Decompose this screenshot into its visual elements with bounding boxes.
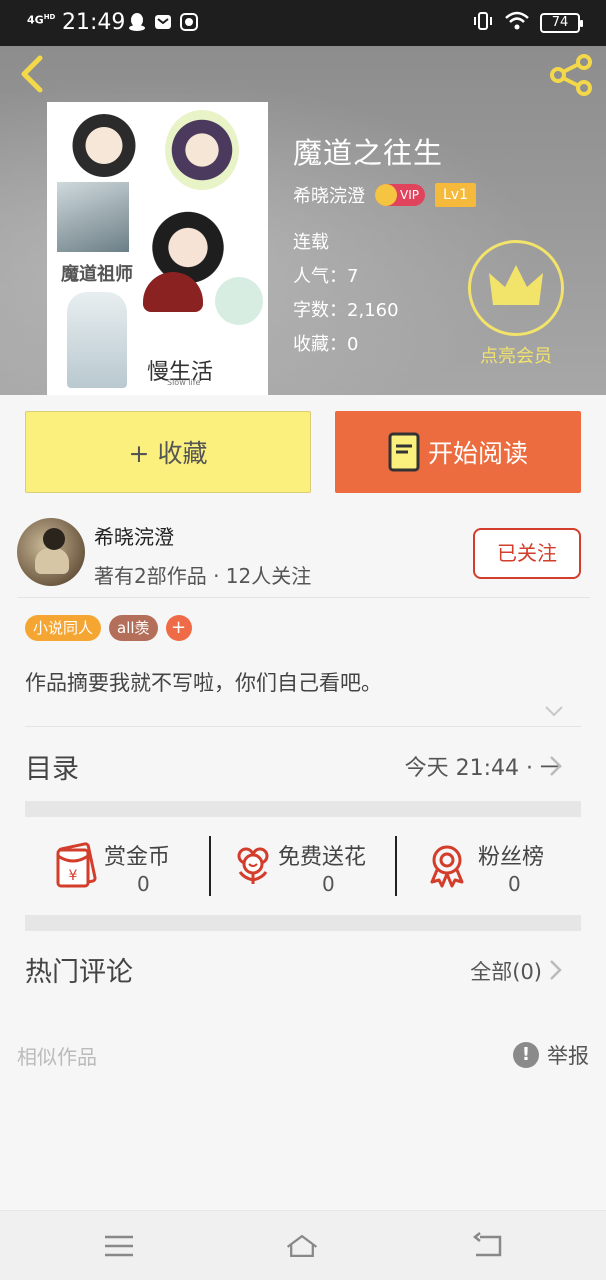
menu-icon[interactable]	[101, 1231, 137, 1261]
system-nav-bar	[0, 1210, 606, 1280]
cover-vertical-text: 魔道祖师	[61, 264, 133, 285]
crown-icon	[489, 265, 543, 305]
status-bar: 4GHD 21:49 74	[0, 0, 606, 46]
reward-flowers[interactable]: 免费送花 0	[230, 836, 390, 896]
collect-button[interactable]: + 收藏	[25, 411, 311, 493]
book-header: 魔道祖师 慢生活 Slow life 魔道之往生 希晓浣澄 VIP Lv1 连载…	[0, 46, 606, 395]
share-button[interactable]	[548, 54, 596, 96]
chevron-right-icon[interactable]	[548, 958, 564, 982]
reward-coins[interactable]: ¥ 赏金币 0	[52, 836, 202, 896]
alert-icon: !	[513, 1042, 539, 1068]
follow-button[interactable]: 已关注	[473, 528, 581, 579]
author-name[interactable]: 希晓浣澄	[94, 521, 174, 550]
crown-icon	[375, 184, 397, 206]
divider	[209, 836, 211, 896]
favorite-count: 收藏：0	[293, 334, 359, 355]
medal-icon	[430, 845, 464, 888]
qq-icon	[128, 12, 146, 32]
wifi-icon	[504, 10, 530, 36]
all-comments-link[interactable]: 全部(0)	[470, 956, 542, 986]
status-time: 21:49	[62, 10, 126, 35]
reward-coins-label: 赏金币	[104, 845, 171, 870]
member-label: 点亮会员	[480, 346, 552, 367]
chevron-down-icon[interactable]	[543, 700, 565, 722]
author-avatar[interactable]	[17, 518, 85, 586]
divider	[17, 597, 590, 598]
reward-flowers-label: 免费送花	[278, 845, 367, 870]
divider	[395, 836, 397, 896]
hot-comments-title: 热门评论	[25, 957, 133, 988]
home-icon[interactable]	[284, 1231, 320, 1261]
app-notification-icon	[180, 12, 198, 32]
mail-icon	[154, 12, 172, 32]
reward-coins-value: 0	[137, 872, 150, 896]
vip-badge: VIP	[375, 184, 425, 206]
serial-status: 连载	[293, 232, 329, 253]
popularity: 人气：7	[293, 266, 359, 287]
start-reading-button[interactable]: 开始阅读	[335, 411, 581, 493]
chevron-right-icon[interactable]	[548, 754, 564, 778]
chevron-left-icon	[21, 55, 43, 93]
toc-title[interactable]: 目录	[25, 747, 79, 786]
fan-ranking-label: 粉丝榜	[478, 845, 545, 870]
fan-ranking[interactable]: 粉丝榜 0	[426, 836, 566, 896]
red-envelope-yen-icon: ¥	[56, 842, 97, 888]
book-cover[interactable]: 魔道祖师 慢生活 Slow life	[47, 102, 268, 395]
flower-icon	[237, 847, 269, 884]
tag-fanfic[interactable]: 小说同人	[25, 615, 102, 641]
word-count: 字数：2,160	[293, 300, 399, 321]
book-meta: 连载 人气：7 字数：2,160 收藏：0	[293, 226, 399, 362]
network-indicator: 4GHD	[27, 13, 56, 27]
section-separator	[25, 915, 581, 931]
cover-subtitle: Slow life	[167, 378, 201, 387]
author-stats: 著有2部作品 · 12人关注	[94, 564, 312, 588]
section-separator	[25, 801, 581, 817]
report-button[interactable]: ! 举报	[513, 1040, 589, 1070]
member-button[interactable]: 点亮会员	[468, 240, 564, 368]
tag-list: 小说同人 all羡 +	[25, 615, 192, 641]
back-nav-icon[interactable]	[470, 1231, 506, 1261]
level-badge: Lv1	[434, 183, 476, 207]
similar-works-label: 相似作品	[17, 1045, 97, 1069]
book-icon	[388, 432, 420, 472]
reward-flowers-value: 0	[322, 872, 335, 896]
back-button[interactable]	[14, 54, 50, 94]
fan-ranking-value: 0	[508, 872, 521, 896]
vibrate-icon	[472, 10, 494, 36]
book-title: 魔道之往生	[293, 136, 444, 170]
toc-latest-update[interactable]: 今天 21:44 · 一	[405, 750, 562, 782]
share-icon	[550, 54, 592, 96]
book-summary: 作品摘要我就不写啦，你们自己看吧。	[25, 671, 382, 695]
author-link[interactable]: 希晓浣澄	[293, 182, 365, 208]
divider	[25, 726, 581, 727]
svg-text:¥: ¥	[69, 868, 78, 884]
tag-all-xian[interactable]: all羡	[109, 615, 158, 641]
add-tag-button[interactable]: +	[165, 615, 192, 641]
battery-indicator: 74	[540, 13, 583, 33]
